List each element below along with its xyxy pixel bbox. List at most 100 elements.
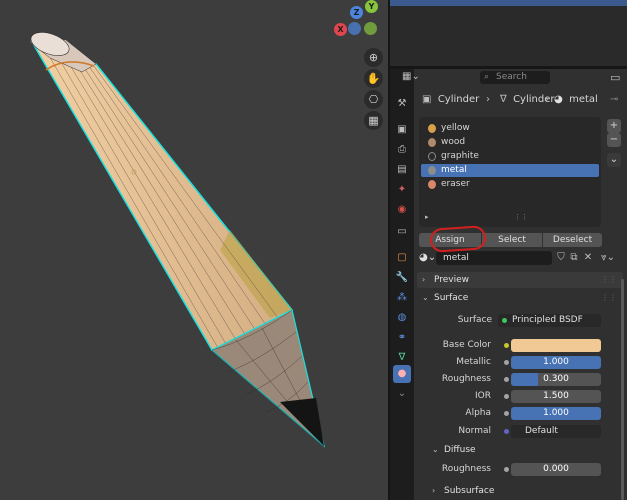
base-color-label: Base Color [442, 340, 491, 350]
material-browse-icon[interactable]: ◕⌄ [419, 252, 436, 263]
world-tab-icon[interactable]: ◉ [393, 201, 411, 219]
breadcrumb-material[interactable]: ◕ metal [554, 91, 598, 109]
color-socket-icon[interactable] [504, 343, 509, 348]
gizmo-neg-y-axis[interactable] [348, 22, 361, 35]
unlink-material-icon[interactable]: ✕ [582, 252, 594, 264]
view-layer-tab-icon[interactable]: ▤ [393, 161, 411, 179]
panel-scrollbar[interactable] [621, 279, 624, 500]
physics-tab-icon[interactable]: ◍ [393, 309, 411, 327]
slot-specials-button[interactable]: ⌄ [607, 153, 621, 167]
subsurface-subsection-header[interactable]: › Subsurface [427, 483, 623, 499]
drag-grip-icon[interactable]: ⋮⋮ [601, 290, 617, 306]
preview-section-header[interactable]: › Preview ⋮⋮ [417, 272, 623, 288]
mesh-icon: ∇ [500, 94, 507, 105]
material-tab-icon[interactable]: ● [393, 365, 411, 383]
particles-tab-icon[interactable]: ⁂ [393, 289, 411, 307]
pencil-model [29, 32, 326, 448]
modifier-tab-icon[interactable]: 🔧 [393, 269, 411, 287]
pan-hand-icon[interactable]: ✋ [364, 69, 383, 88]
vector-socket-icon[interactable] [504, 429, 509, 434]
material-slot[interactable]: eraser [421, 178, 599, 191]
search-icon: ⌕ [484, 72, 490, 82]
surface-label: Surface [457, 315, 492, 325]
diffuse-roughness-slider[interactable]: 0.000 [511, 463, 601, 476]
breadcrumb-separator-icon: › [545, 94, 549, 105]
material-slot-list[interactable]: yellow wood graphite metal eraser ▸ ⋮⋮ [419, 117, 601, 227]
value-socket-icon[interactable] [504, 411, 509, 416]
remove-slot-button[interactable]: − [607, 133, 621, 147]
list-resize-grip-icon[interactable]: ⋮⋮ [514, 213, 528, 221]
value-socket-icon[interactable] [504, 360, 509, 365]
camera-icon[interactable]: ⎔ [364, 90, 383, 109]
material-ball-icon [428, 180, 436, 189]
roughness-slider-fill [511, 373, 538, 386]
3d-viewport[interactable]: X Z Y ⊕ ✋ ⎔ ▦ [0, 0, 388, 500]
breadcrumb-object[interactable]: ▣ Cylinder [422, 91, 479, 109]
chevron-down-icon: ⌄ [432, 445, 439, 454]
options-icon[interactable]: ▭ [610, 71, 620, 84]
constraints-tab-icon[interactable]: ⚭ [393, 329, 411, 347]
output-tab-icon[interactable]: ⎙ [393, 141, 411, 159]
material-ball-icon [428, 124, 436, 133]
roughness-label: Roughness [441, 374, 491, 384]
alpha-slider[interactable]: 1.000 [511, 407, 601, 420]
expand-tabs-chevron-icon[interactable]: ⌄ [393, 385, 411, 403]
search-input[interactable]: Search [480, 71, 550, 84]
collection-tab-icon[interactable]: ▭ [393, 223, 411, 241]
value-socket-icon[interactable] [504, 467, 509, 472]
properties-tab-bar: ⚒ ▣ ⎙ ▤ ✦ ◉ ▭ ▢ 🔧 ⁂ ◍ ⚭ ∇ ● ⌄ [390, 69, 414, 500]
zoom-icon[interactable]: ⊕ [364, 48, 383, 67]
normal-label: Normal [458, 426, 491, 436]
duplicate-material-icon[interactable]: ⧉ [568, 252, 580, 264]
roughness-slider[interactable]: 0.300 [511, 373, 601, 386]
ior-field[interactable]: 1.500 [511, 390, 601, 403]
gizmo-z-axis[interactable]: Z [350, 6, 363, 19]
properties-editor: ▦⌄ ⌕ Search ▭ ▣ Cylinder › ∇ Cylinder › … [402, 69, 627, 500]
object-icon: ▣ [422, 94, 432, 105]
material-slot[interactable]: wood [421, 136, 599, 149]
pin-icon[interactable]: ⊸ [610, 91, 618, 109]
material-ball-icon [428, 166, 436, 175]
gizmo-neg-x-axis[interactable] [364, 22, 377, 35]
chevron-down-icon: ⌄ [422, 293, 429, 302]
material-ball-icon [428, 138, 436, 147]
alpha-label: Alpha [465, 408, 491, 418]
material-icon: ◕ [554, 94, 563, 105]
select-button[interactable]: Select [482, 233, 542, 247]
metallic-slider[interactable]: 1.000 [511, 356, 601, 369]
base-color-swatch[interactable] [511, 339, 601, 352]
annotation-circle [429, 225, 487, 253]
value-socket-icon[interactable] [504, 377, 509, 382]
diffuse-roughness-label: Roughness [441, 464, 491, 474]
perspective-grid-icon[interactable]: ▦ [364, 111, 383, 130]
metallic-label: Metallic [456, 357, 491, 367]
material-slot[interactable]: yellow [421, 122, 599, 135]
normal-input-field[interactable]: Default [511, 425, 601, 438]
material-name-field[interactable]: metal [436, 251, 552, 265]
deselect-button[interactable]: Deselect [543, 233, 602, 247]
material-slot-selected[interactable]: metal [421, 164, 599, 177]
outliner[interactable] [390, 0, 627, 66]
gizmo-x-axis[interactable]: X [334, 23, 347, 36]
diffuse-subsection-header[interactable]: ⌄ Diffuse [427, 442, 623, 458]
material-link-icon[interactable]: ⩔⌄ [601, 252, 615, 264]
list-expand-icon[interactable]: ▸ [425, 213, 429, 221]
gizmo-y-axis[interactable]: Y [365, 0, 378, 13]
surface-section-header[interactable]: ⌄ Surface ⋮⋮ [417, 290, 623, 306]
material-ball-icon [428, 152, 436, 161]
fake-user-shield-icon[interactable]: ⛉ [555, 252, 567, 264]
shader-socket-icon [502, 318, 507, 323]
breadcrumb-separator-icon: › [486, 94, 490, 105]
render-tab-icon[interactable]: ▣ [393, 121, 411, 139]
scene-tab-icon[interactable]: ✦ [393, 181, 411, 199]
value-socket-icon[interactable] [504, 394, 509, 399]
outliner-selected-row[interactable] [390, 0, 627, 6]
object-tab-icon[interactable]: ▢ [393, 249, 411, 267]
material-slot[interactable]: graphite [421, 150, 599, 163]
drag-grip-icon[interactable]: ⋮⋮ [601, 272, 617, 288]
chevron-right-icon: › [422, 275, 426, 284]
surface-shader-field[interactable]: Principled BSDF [498, 314, 601, 327]
editor-type-icon[interactable]: ▦⌄ [402, 71, 420, 82]
add-slot-button[interactable]: + [607, 119, 621, 133]
tool-tab-icon[interactable]: ⚒ [393, 95, 411, 113]
